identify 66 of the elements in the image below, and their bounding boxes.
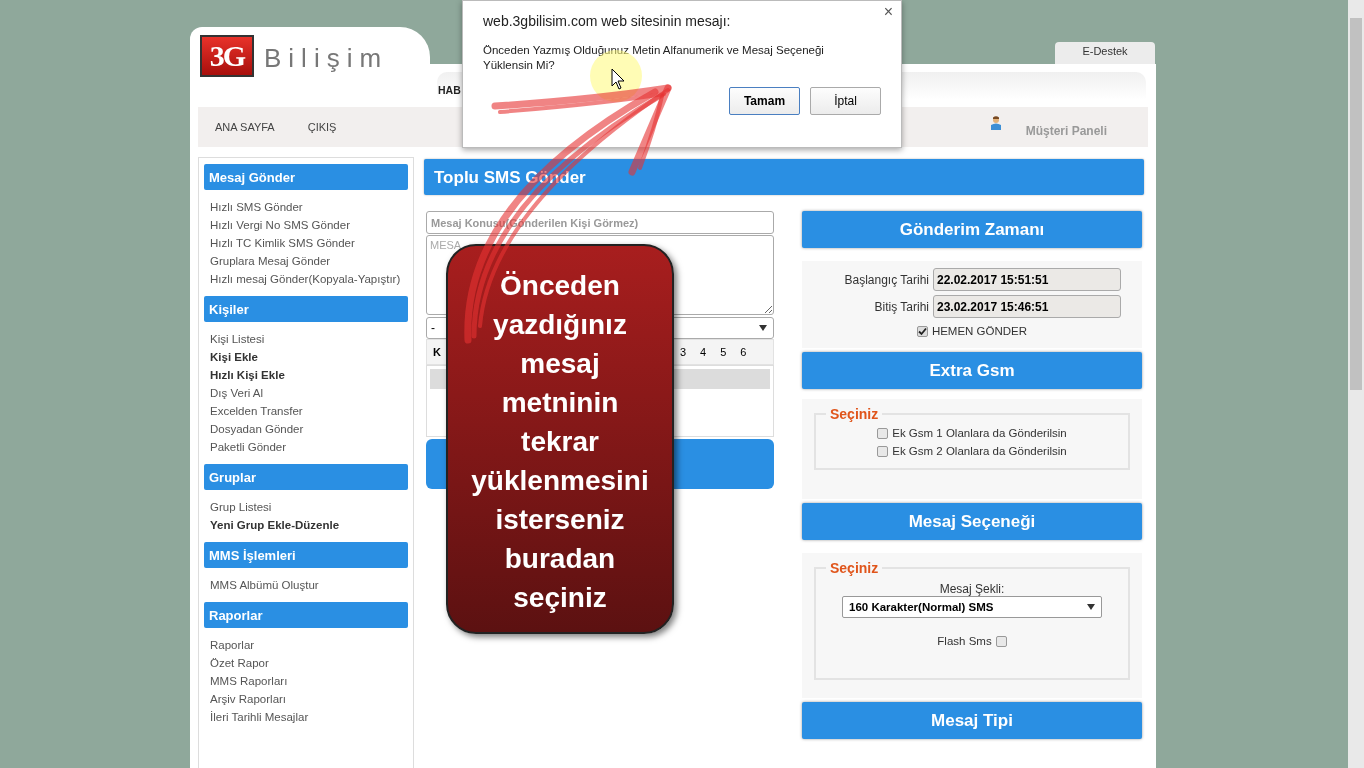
checkbox[interactable] [995,635,1007,647]
user-icon [989,116,1002,130]
sidebar-heading: Mesaj Gönder [204,164,408,190]
field-label: Bitiş Tarihi [873,299,929,314]
logo-badge: 3G [200,35,254,77]
sidebar-item[interactable]: Gruplara Mesaj Gönder [210,252,403,270]
sidebar-item[interactable]: Hızlı TC Kimlik SMS Gönder [210,234,403,252]
sidebar-item[interactable]: Yeni Grup Ekle-Düzenle [210,516,403,534]
brand-name: Bilişim [264,43,389,74]
row-label[interactable]: 6 [740,346,747,358]
top-tab[interactable]: HAB [438,84,461,96]
caret-icon [759,325,767,331]
row-label[interactable]: 3 [679,346,687,358]
sidebar-item[interactable]: Hızlı Vergi No SMS Gönder [210,216,403,234]
checkbox-label: HEMEN GÖNDER [931,324,1028,339]
sidebar-item[interactable]: Özet Rapor [210,654,403,672]
sidebar-heading: Raporlar [204,602,408,628]
scrollbar-thumb[interactable] [1350,18,1362,390]
dialog-title: web.3gbilisim.com web sitesinin mesajı: [483,13,732,29]
sidebar-item[interactable]: MMS Raporları [210,672,403,690]
sidebar-item[interactable]: İleri Tarihli Mesajlar [210,708,403,726]
page-title: Toplu SMS Gönder [424,159,1144,195]
row-label[interactable]: 4 [700,346,707,358]
sidebar-heading: MMS İşlemleri [204,542,408,568]
caret-icon [1087,604,1095,610]
checkbox[interactable] [877,445,889,457]
row-label[interactable]: K [433,346,441,358]
dialog-button[interactable]: Tamam [729,87,800,115]
sidebar-item[interactable]: Kişi Listesi [210,330,403,348]
field-label: Mesaj Şekli: [939,582,1005,596]
sidebar-item[interactable]: Dış Veri Al [210,384,403,402]
sidebar-item[interactable]: MMS Albümü Oluştur [210,576,403,594]
nav-link[interactable]: ANA SAYFA [215,121,275,133]
field-label: Başlangıç Tarihi [843,272,929,287]
sidebar-item[interactable]: Paketli Gönder [210,438,403,456]
checkbox-label: Ek Gsm 1 Olanlara da Gönderilsin [892,426,1067,441]
sidebar-item[interactable]: Hızlı mesaj Gönder(Kopyala-Yapıştır) [210,270,403,288]
checkbox[interactable] [877,427,889,439]
section-header: Extra Gsm [802,352,1142,389]
sidebar-item[interactable]: Excelden Transfer [210,402,403,420]
sidebar-item[interactable]: Arşiv Raporları [210,690,403,708]
sidebar-item[interactable]: Dosyadan Gönder [210,420,403,438]
sidebar-item[interactable]: Raporlar [210,636,403,654]
sidebar-item[interactable]: Hızlı Kişi Ekle [210,366,403,384]
sidebar-item[interactable]: Kişi Ekle [210,348,403,366]
sidebar-item[interactable]: Grup Listesi [210,498,403,516]
section-header: Mesaj Tipi [802,702,1142,739]
row-label[interactable]: 5 [720,346,727,358]
checkbox[interactable] [916,325,928,337]
date-field[interactable]: 23.02.2017 15:46:51 [933,295,1121,318]
dialog-button[interactable]: İptal [810,87,881,115]
section-header: Gönderim Zamanı [802,211,1142,248]
sidebar-heading: Kişiler [204,296,408,322]
section-header: Mesaj Seçeneği [802,503,1142,540]
checkbox-label: Ek Gsm 2 Olanlara da Gönderilsin [892,444,1067,459]
group-legend: Seçiniz [826,560,883,576]
close-button[interactable]: × [883,3,893,21]
sidebar-item[interactable]: Hızlı SMS Gönder [210,198,403,216]
group-legend: Seçiniz [826,406,883,422]
checkbox-label: Flash Sms [937,634,992,649]
date-field[interactable]: 22.02.2017 15:51:51 [933,268,1121,291]
sidebar-heading: Gruplar [204,464,408,490]
support-tab[interactable]: E-Destek [1055,42,1155,64]
nav-link[interactable]: ÇIKIŞ [307,121,337,133]
format-select[interactable]: 160 Karakter(Normal) SMS [842,596,1102,618]
dialog-message: Önceden Yazmış Olduğunuz Metin Alfanumerik ve Mesaj Seçeneği Yüklensin Mi? [483,43,825,73]
